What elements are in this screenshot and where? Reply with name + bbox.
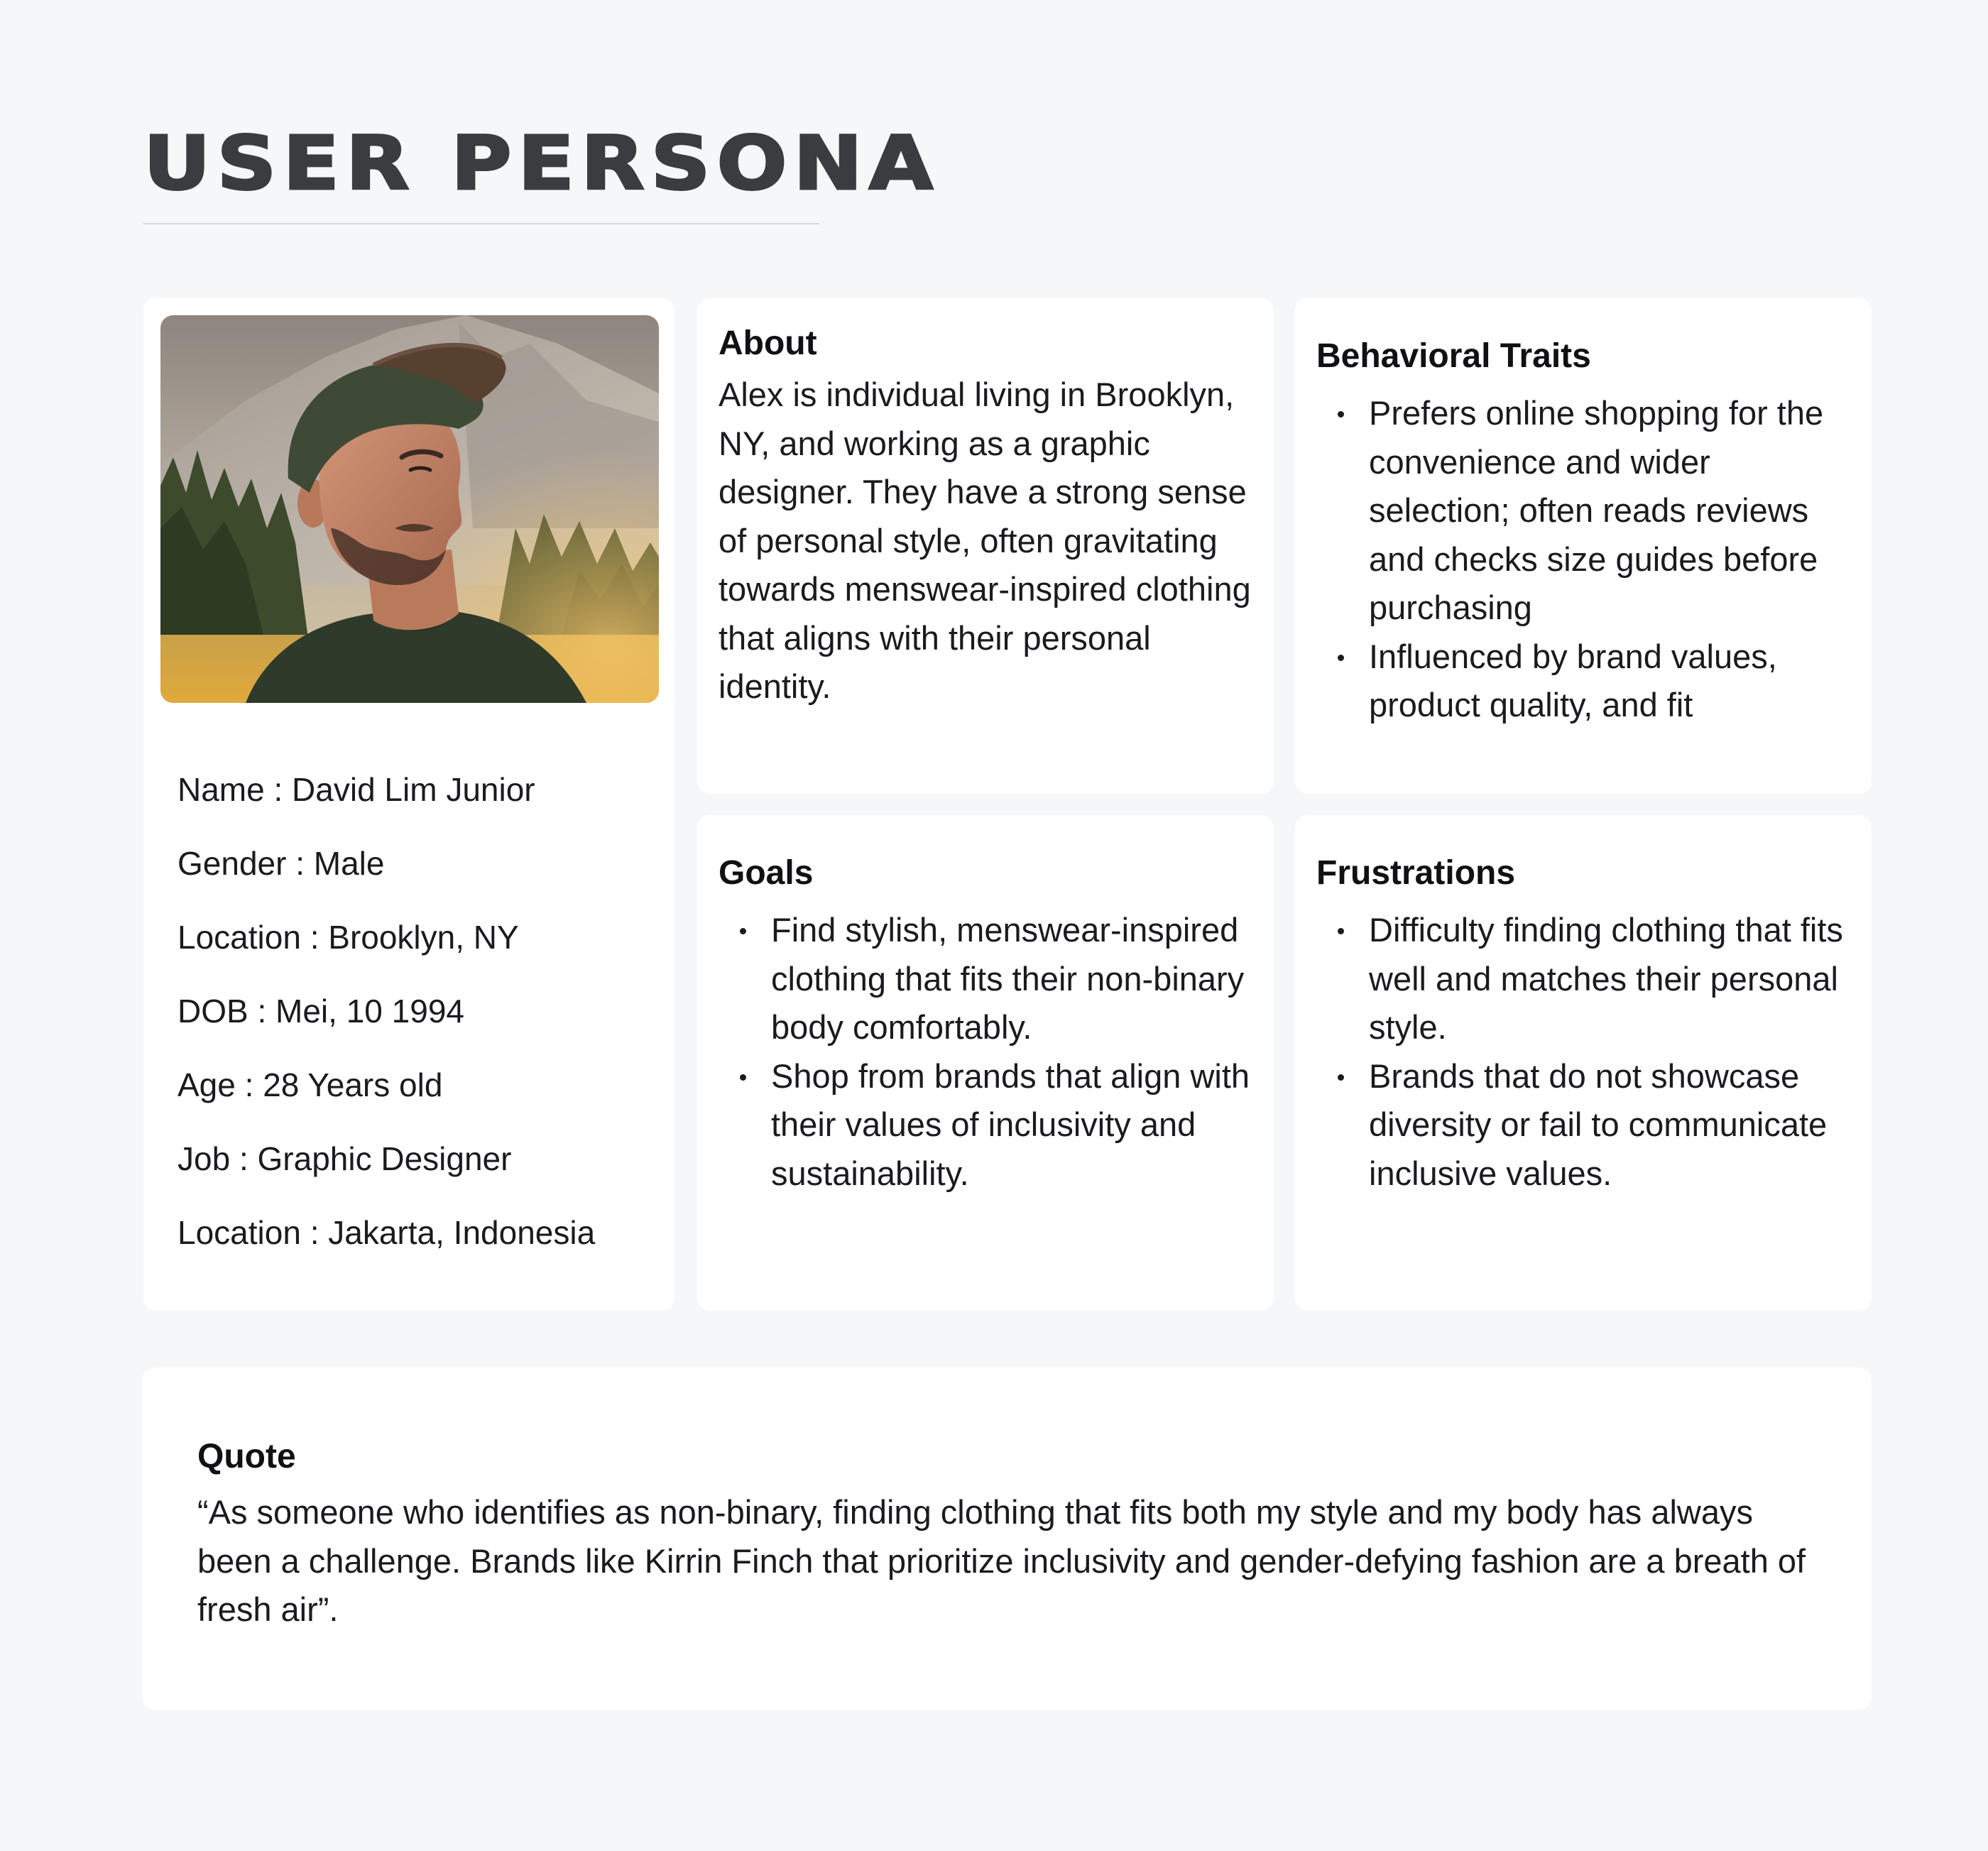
list-item: Difficulty finding clothing that fits we… [1316,906,1855,1052]
title-divider [143,223,819,224]
frustrations-list: Difficulty finding clothing that fits we… [1316,906,1855,1198]
behavioral-traits-list: Prefers online shopping for the convenie… [1316,389,1855,730]
quote-card: Quote “As someone who identifies as non-… [142,1367,1872,1710]
about-content: About Alex is individual living in Brook… [719,321,1257,711]
goals-card: Goals Find stylish, menswear-inspired cl… [697,815,1274,1311]
page-title: USER PERSONA [142,120,939,207]
list-item: Find stylish, menswear-inspired clothing… [719,906,1257,1052]
about-text: Alex is individual living in Brooklyn, N… [719,376,1251,705]
profile-field-name: Name : David Lim Junior [178,771,535,808]
profile-field-location: Location : Brooklyn, NY [178,919,519,956]
list-item: Brands that do not showcase diversity or… [1316,1052,1855,1198]
profile-field-gender: Gender : Male [178,845,385,882]
profile-field-age: Age : 28 Years old [178,1066,443,1103]
profile-field-location-2: Location : Jakarta, Indonesia [178,1214,596,1251]
frustrations-card: Frustrations Difficulty finding clothing… [1295,815,1872,1311]
profile-info-list: Name : David Lim Junior Gender : Male Lo… [178,753,595,1270]
persona-photo-graphic [160,315,659,703]
persona-photo [160,315,659,703]
about-card: About Alex is individual living in Brook… [697,298,1274,794]
frustrations-heading: Frustrations [1316,854,1516,892]
list-item: Prefers online shopping for the convenie… [1316,389,1855,633]
behavioral-traits-heading: Behavioral Traits [1316,337,1591,375]
frustrations-content: Frustrations Difficulty finding clothing… [1316,851,1855,1198]
about-heading: About [719,324,817,362]
goals-list: Find stylish, menswear-inspired clothing… [719,906,1257,1198]
list-item: Influenced by brand values, product qual… [1316,633,1855,730]
quote-text: “As someone who identifies as non-binary… [197,1493,1806,1628]
quote-content: Quote “As someone who identifies as non-… [197,1434,1829,1634]
profile-field-job: Job : Graphic Designer [178,1140,512,1177]
profile-card: Name : David Lim Junior Gender : Male Lo… [143,298,674,1311]
behavioral-traits-card: Behavioral Traits Prefers online shoppin… [1295,298,1872,794]
list-item: Shop from brands that align with their v… [719,1052,1257,1198]
goals-heading: Goals [719,854,814,892]
quote-heading: Quote [197,1438,296,1475]
behavioral-traits-content: Behavioral Traits Prefers online shoppin… [1316,334,1855,730]
profile-field-dob: DOB : Mei, 10 1994 [178,993,464,1030]
goals-content: Goals Find stylish, menswear-inspired cl… [719,851,1257,1198]
